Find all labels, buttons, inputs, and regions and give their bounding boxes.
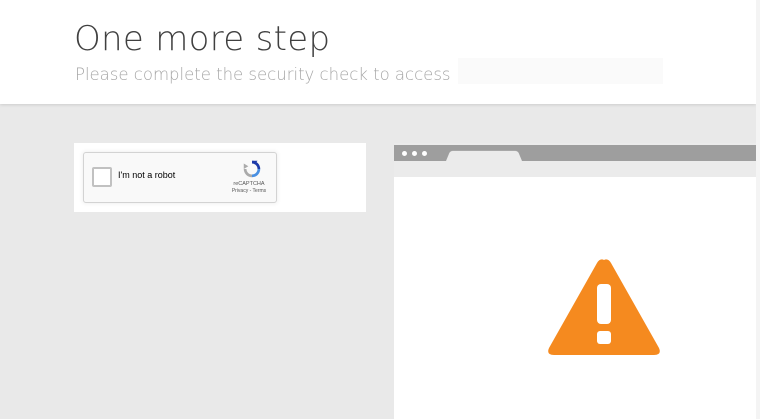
browser-content bbox=[394, 177, 756, 419]
recaptcha-logo-icon bbox=[243, 160, 261, 178]
window-dot-icon bbox=[422, 151, 427, 156]
window-dot-icon bbox=[402, 151, 407, 156]
browser-illustration bbox=[394, 143, 756, 419]
recaptcha-brand: reCAPTCHA bbox=[233, 181, 265, 187]
page-subtitle: Please complete the security check to ac… bbox=[75, 65, 451, 84]
robot-checkbox[interactable] bbox=[92, 167, 112, 187]
page-edge bbox=[756, 0, 760, 419]
page-header: One more step Please complete the securi… bbox=[0, 0, 756, 104]
browser-titlebar bbox=[394, 143, 756, 177]
page-title: One more step bbox=[74, 19, 331, 59]
recaptcha-links[interactable]: Privacy - Terms bbox=[223, 188, 275, 195]
window-dot-icon bbox=[412, 151, 417, 156]
subtitle-highlight bbox=[458, 58, 663, 84]
captcha-panel: I'm not a robot reCAPTCHA Privacy - Term… bbox=[74, 143, 366, 212]
recaptcha-widget: I'm not a robot reCAPTCHA Privacy - Term… bbox=[83, 152, 277, 203]
robot-checkbox-label[interactable]: I'm not a robot bbox=[118, 168, 175, 182]
warning-triangle-icon bbox=[548, 259, 660, 355]
browser-tab bbox=[446, 150, 522, 161]
